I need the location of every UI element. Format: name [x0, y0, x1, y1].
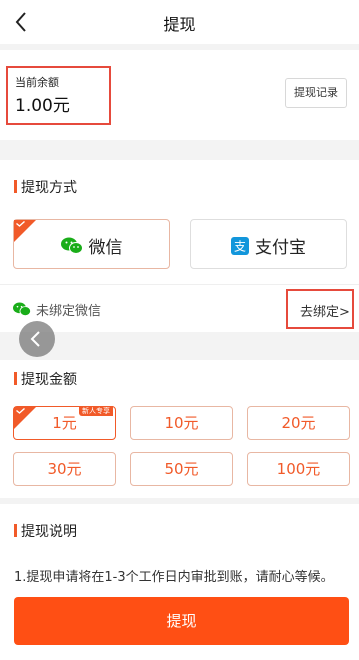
withdraw-method-card: 提现方式 微信 支 支付宝 未绑定微信 去绑定>	[0, 160, 359, 332]
alipay-option-button[interactable]: 支 支付宝	[190, 219, 347, 269]
amount-option-label: 50元	[164, 460, 199, 478]
new-user-badge: 新人专享	[79, 406, 113, 416]
alipay-option-label: 支付宝	[255, 238, 306, 258]
description-text: 1.提现申请将在1-3个工作日内审批到账，请耐心等候。	[14, 570, 334, 585]
amount-option-label: 20元	[281, 414, 316, 432]
bind-wechat-link[interactable]: 去绑定>	[300, 301, 350, 320]
check-icon	[16, 408, 25, 414]
amount-option-1[interactable]: 新人专享 1元	[13, 406, 116, 440]
svg-text:支: 支	[234, 239, 246, 253]
amount-option-label: 100元	[276, 460, 321, 478]
amount-option-label: 30元	[47, 460, 82, 478]
amount-section-title: 提现金额	[14, 369, 77, 389]
amount-option-10[interactable]: 10元	[130, 406, 233, 440]
amount-option-50[interactable]: 50元	[130, 452, 233, 486]
balance-value: 1.00元	[15, 96, 70, 116]
amount-option-30[interactable]: 30元	[13, 452, 116, 486]
bind-status: 未绑定微信	[13, 300, 101, 319]
withdraw-submit-button[interactable]: 提现	[14, 597, 349, 645]
amount-option-20[interactable]: 20元	[247, 406, 350, 440]
method-section-title: 提现方式	[14, 177, 77, 197]
check-icon	[16, 221, 25, 227]
amount-option-label: 10元	[164, 414, 199, 432]
description-section-title: 提现说明	[14, 521, 77, 541]
bind-status-text: 未绑定微信	[36, 304, 102, 319]
alipay-icon: 支	[231, 236, 249, 255]
withdraw-amount-card: 提现金额 新人专享 1元 10元 20元 30元 50元 100元	[0, 360, 359, 498]
chevron-left-icon	[30, 331, 40, 347]
balance-box: 当前余额 1.00元	[6, 66, 111, 125]
amount-option-label: 1元	[52, 414, 77, 432]
floating-back-button[interactable]	[19, 321, 55, 357]
top-nav-bar: 提现	[0, 0, 359, 44]
amount-option-100[interactable]: 100元	[247, 452, 350, 486]
wechat-option-button[interactable]: 微信	[13, 219, 170, 269]
page-title: 提现	[163, 15, 196, 34]
balance-card: 当前余额 1.00元 提现记录	[0, 50, 359, 140]
withdraw-record-button[interactable]: 提现记录	[285, 78, 347, 108]
balance-label: 当前余额	[15, 76, 59, 89]
wechat-small-icon	[13, 302, 31, 317]
wechat-icon	[60, 237, 83, 254]
wechat-option-label: 微信	[88, 238, 123, 258]
